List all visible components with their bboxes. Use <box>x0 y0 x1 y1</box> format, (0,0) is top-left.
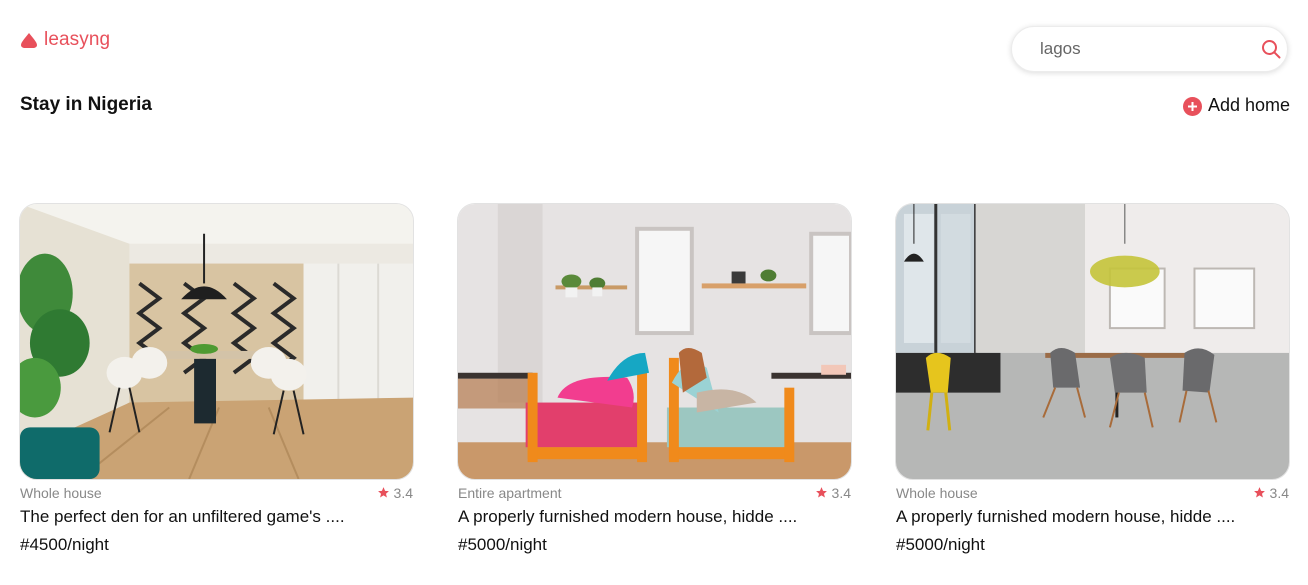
listing-title[interactable]: A properly furnished modern house, hidde… <box>895 507 1290 527</box>
listing-price: #4500/night <box>20 535 109 554</box>
rating-value: 3.4 <box>393 484 413 501</box>
listing-photo[interactable] <box>19 203 414 480</box>
listing-card[interactable]: Whole house 3.4 A properly furnished mod… <box>895 203 1290 555</box>
listing-price: #5000/night <box>458 535 547 554</box>
rating-value: 3.4 <box>1269 484 1289 501</box>
add-home-button[interactable]: Add home <box>1183 94 1290 116</box>
page-title: Stay in Nigeria <box>20 94 152 115</box>
star-icon <box>377 487 389 498</box>
listing-price: #5000/night <box>896 535 985 554</box>
property-type: Entire apartment <box>458 484 562 501</box>
search-bar <box>1011 26 1288 72</box>
rating-value: 3.4 <box>831 484 851 501</box>
listing-meta: Whole house 3.4 <box>19 484 414 501</box>
listing-meta: Entire apartment 3.4 <box>457 484 852 501</box>
listing-card[interactable]: Entire apartment 3.4 A properly furnishe… <box>457 203 852 555</box>
brand-name: leasyng <box>44 29 111 50</box>
star-icon <box>1253 487 1265 498</box>
search-input[interactable] <box>1040 39 1261 59</box>
plus-circle-icon <box>1183 97 1202 116</box>
listing-title[interactable]: A properly furnished modern house, hidde… <box>457 507 852 527</box>
listing-card[interactable]: Whole house 3.4 The perfect den for an u… <box>19 203 414 555</box>
search-icon[interactable] <box>1261 37 1281 61</box>
listing-title[interactable]: The perfect den for an unfiltered game's… <box>19 507 414 527</box>
listing-meta: Whole house 3.4 <box>895 484 1290 501</box>
listing-photo[interactable] <box>457 203 852 480</box>
star-icon <box>815 487 827 498</box>
rating: 3.4 <box>377 485 413 501</box>
property-type: Whole house <box>896 484 978 501</box>
listing-photo[interactable] <box>895 203 1290 480</box>
rating: 3.4 <box>815 485 851 501</box>
rating: 3.4 <box>1253 485 1289 501</box>
add-home-label: Add home <box>1208 94 1291 115</box>
listings-grid: Whole house 3.4 The perfect den for an u… <box>19 203 1290 555</box>
property-type: Whole house <box>20 484 102 501</box>
brand-logo[interactable]: leasyng <box>20 29 110 51</box>
logo-icon <box>20 31 38 49</box>
